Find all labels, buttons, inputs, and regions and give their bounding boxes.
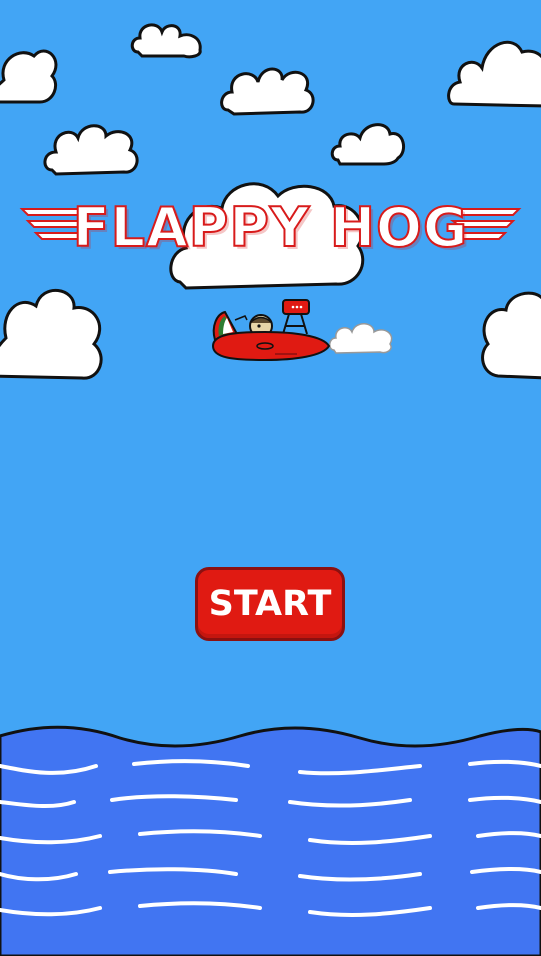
game-title: FLAPPY HOG [72, 195, 469, 260]
game-logo: FLAPPY HOG [18, 195, 523, 260]
cloud-icon [0, 288, 103, 380]
start-button[interactable]: START [195, 567, 345, 641]
cloud-icon [329, 323, 393, 354]
cloud-icon [0, 49, 58, 104]
cloud-icon [447, 40, 541, 108]
plane-icon[interactable] [205, 296, 335, 366]
cloud-icon [220, 67, 315, 116]
cloud-icon [481, 291, 541, 380]
sea-waves [0, 725, 541, 956]
cloud-icon [43, 124, 139, 176]
game-scene[interactable]: FLAPPY HOG START [0, 0, 541, 956]
cloud-icon [330, 123, 406, 166]
cloud-icon [130, 23, 202, 59]
